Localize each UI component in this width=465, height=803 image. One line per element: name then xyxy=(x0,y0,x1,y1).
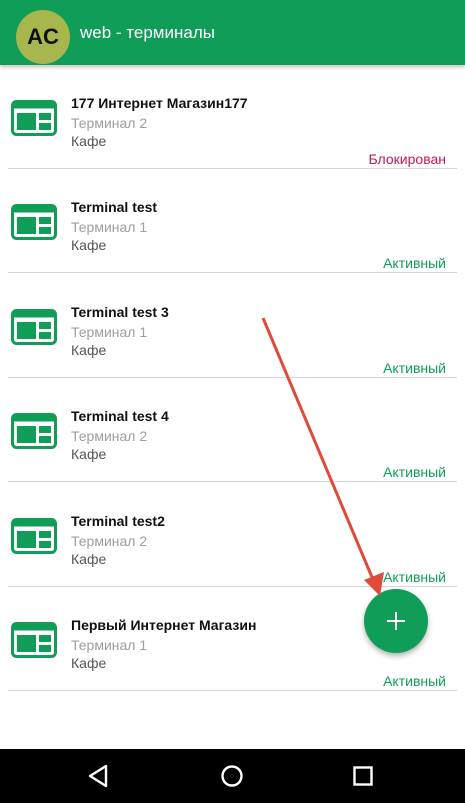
avatar[interactable]: AC xyxy=(16,10,70,64)
add-terminal-button[interactable] xyxy=(364,589,428,653)
terminal-number: Терминал 2 xyxy=(71,428,148,444)
terminal-list-item[interactable]: Terminal test Терминал 1 Кафе Активный xyxy=(0,169,465,273)
status-badge: Активный xyxy=(383,360,446,376)
terminal-name: Terminal test xyxy=(71,199,158,215)
divider xyxy=(8,690,457,691)
status-badge: Активный xyxy=(383,464,446,480)
terminal-name: 177 Интернет Магазин177 xyxy=(71,95,248,111)
terminal-list-item[interactable]: Terminal test 4 Терминал 2 Кафе Активный xyxy=(0,378,465,482)
system-nav-bar xyxy=(0,749,465,803)
terminal-number: Терминал 1 xyxy=(71,219,148,235)
app-screen: AC web - терминалы 177 Интернет Магазин1… xyxy=(0,0,465,803)
app-bar: AC web - терминалы xyxy=(0,0,465,65)
terminal-icon xyxy=(11,100,57,136)
terminal-category: Кафе xyxy=(71,551,107,567)
terminal-number: Терминал 1 xyxy=(71,637,148,653)
terminal-name: Terminal test 3 xyxy=(71,304,169,320)
terminal-name: Terminal test 4 xyxy=(71,408,169,424)
status-badge: Активный xyxy=(383,673,446,689)
plus-icon xyxy=(387,612,405,630)
home-icon[interactable] xyxy=(217,761,247,791)
terminal-name: Terminal test2 xyxy=(71,513,165,529)
terminal-category: Кафе xyxy=(71,133,107,149)
terminal-list-item[interactable]: 177 Интернет Магазин177 Терминал 2 Кафе … xyxy=(0,65,465,169)
terminal-icon xyxy=(11,622,57,658)
terminal-icon xyxy=(11,413,57,449)
terminal-category: Кафе xyxy=(71,342,107,358)
terminal-icon xyxy=(11,204,57,240)
terminal-icon xyxy=(11,518,57,554)
recents-icon[interactable] xyxy=(348,761,378,791)
status-badge: Активный xyxy=(383,255,446,271)
status-badge: Активный xyxy=(383,569,446,585)
page-title: web - терминалы xyxy=(80,23,215,42)
terminal-list-item[interactable]: Terminal test 3 Терминал 1 Кафе Активный xyxy=(0,274,465,378)
back-icon[interactable] xyxy=(84,761,114,791)
terminal-name: Первый Интернет Магазин xyxy=(71,617,257,633)
terminal-number: Терминал 2 xyxy=(71,115,148,131)
divider xyxy=(8,481,457,482)
terminal-number: Терминал 2 xyxy=(71,533,148,549)
terminal-category: Кафе xyxy=(71,655,107,671)
terminal-icon xyxy=(11,309,57,345)
terminal-category: Кафе xyxy=(71,446,107,462)
divider xyxy=(8,272,457,273)
status-badge: Блокирован xyxy=(368,151,446,167)
terminal-category: Кафе xyxy=(71,237,107,253)
terminal-number: Терминал 1 xyxy=(71,324,148,340)
terminal-list-item[interactable]: Terminal test2 Терминал 2 Кафе Активный xyxy=(0,483,465,587)
